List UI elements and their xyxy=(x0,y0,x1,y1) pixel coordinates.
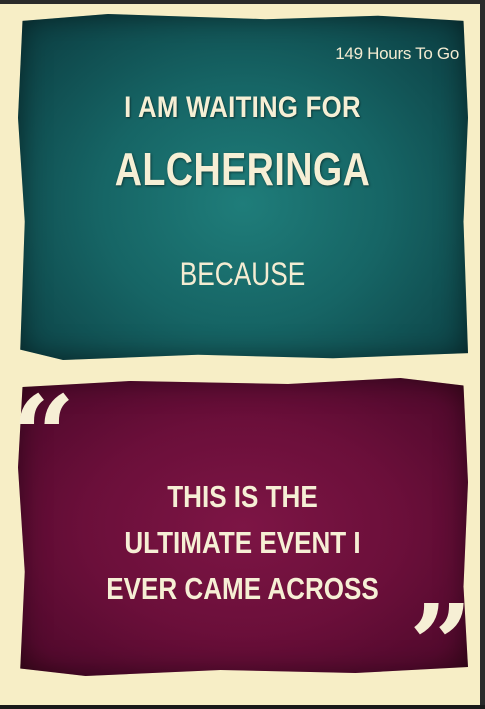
right-border xyxy=(480,0,485,705)
top-border xyxy=(0,0,485,4)
poster: 149 Hours To Go I AM WAITING FOR ALCHERI… xyxy=(0,0,485,705)
close-quote-icon: ” xyxy=(409,580,473,709)
headline-line-1: I AM WAITING FOR xyxy=(124,91,361,124)
quote-line: ULTIMATE EVENT I xyxy=(124,525,361,560)
quote-line: EVER CAME ACROSS xyxy=(106,571,379,606)
because-text: BECAUSE xyxy=(179,256,306,292)
quote-line: THIS IS THE xyxy=(167,479,318,514)
quote-text: THIS IS THE ULTIMATE EVENT I EVER CAME A… xyxy=(39,474,446,612)
countdown-text: 149 Hours To Go xyxy=(335,44,459,63)
headline-line-2: ALCHERINGA xyxy=(114,143,371,195)
